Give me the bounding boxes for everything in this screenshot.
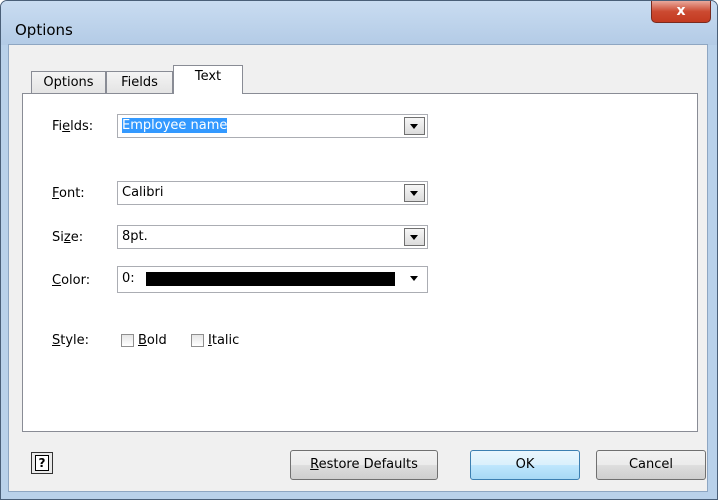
italic-checkbox[interactable]	[191, 334, 204, 347]
tab-text-label: Text	[194, 69, 222, 84]
bold-checkbox-label[interactable]: Bold	[138, 333, 167, 348]
title-bar[interactable]: Options x	[1, 1, 717, 45]
chevron-down-icon[interactable]	[404, 117, 425, 135]
tab-fields-label: Fields	[121, 75, 158, 90]
restore-defaults-button[interactable]: Restore Defaults	[290, 450, 438, 480]
ok-button[interactable]: OK	[470, 450, 580, 480]
italic-checkbox-label[interactable]: Italic	[208, 333, 239, 348]
font-value: Calibri	[122, 185, 164, 200]
fields-dropdown[interactable]: Employee name	[117, 114, 428, 138]
window-title: Options	[15, 21, 73, 39]
tab-text[interactable]: Text	[173, 65, 243, 94]
fields-label: Fields:	[52, 119, 94, 134]
color-swatch	[146, 272, 395, 286]
bold-checkbox[interactable]	[121, 334, 134, 347]
chevron-down-icon[interactable]	[404, 184, 425, 202]
cancel-button[interactable]: Cancel	[596, 450, 706, 480]
chevron-down-icon[interactable]	[404, 228, 425, 246]
help-icon: ?	[35, 455, 49, 471]
help-button[interactable]: ?	[31, 452, 53, 474]
close-button[interactable]: x	[651, 1, 711, 23]
fields-value: Employee name	[122, 118, 228, 133]
font-label: Font:	[52, 186, 85, 201]
color-dropdown[interactable]: 0:	[117, 266, 428, 293]
size-label: Size:	[52, 230, 84, 245]
chevron-down-icon[interactable]	[410, 276, 418, 281]
color-label: Color:	[52, 273, 91, 288]
text-tab-panel	[22, 93, 698, 432]
tab-fields[interactable]: Fields	[106, 71, 173, 95]
size-value: 8pt.	[122, 229, 148, 244]
color-index-value: 0:	[122, 271, 135, 286]
tab-options-label: Options	[43, 75, 94, 90]
tab-options[interactable]: Options	[31, 71, 106, 95]
font-dropdown[interactable]: Calibri	[117, 181, 428, 205]
size-dropdown[interactable]: 8pt.	[117, 225, 428, 249]
style-label: Style:	[52, 333, 90, 348]
